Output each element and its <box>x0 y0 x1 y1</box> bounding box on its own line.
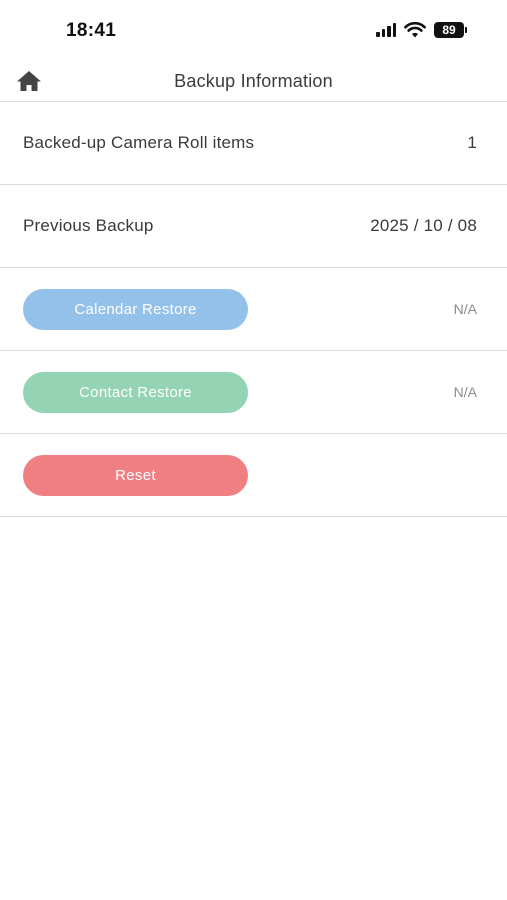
calendar-restore-status: N/A <box>453 301 477 317</box>
page-title: Backup Information <box>174 71 333 91</box>
previous-backup-row: Previous Backup 2025 / 10 / 08 <box>0 185 507 268</box>
signal-icon <box>376 23 396 37</box>
reset-row: Reset <box>0 434 507 517</box>
battery-icon: 89 <box>434 22 467 38</box>
camera-roll-label: Backed-up Camera Roll items <box>23 133 255 152</box>
calendar-restore-button[interactable]: Calendar Restore <box>23 288 248 330</box>
wifi-icon <box>404 22 426 38</box>
battery-level: 89 <box>434 22 464 38</box>
previous-backup-label: Previous Backup <box>23 216 154 235</box>
status-icons: 89 <box>376 22 467 38</box>
reset-button[interactable]: Reset <box>23 454 248 496</box>
backup-information-screen: 18:41 89 Backup Information Backed-up Ca… <box>0 0 507 900</box>
previous-backup-date: 2025 / 10 / 08 <box>370 216 477 235</box>
camera-roll-count: 1 <box>467 133 477 152</box>
calendar-restore-row: Calendar Restore N/A <box>0 268 507 351</box>
status-time: 18:41 <box>66 20 117 41</box>
camera-roll-row: Backed-up Camera Roll items 1 <box>0 102 507 185</box>
backup-info-list: Backed-up Camera Roll items 1 Previous B… <box>0 102 507 517</box>
status-bar: 18:41 89 <box>0 0 507 60</box>
contact-restore-row: Contact Restore N/A <box>0 351 507 434</box>
nav-bar: Backup Information <box>0 60 507 102</box>
contact-restore-status: N/A <box>453 384 477 400</box>
contact-restore-button[interactable]: Contact Restore <box>23 371 248 413</box>
